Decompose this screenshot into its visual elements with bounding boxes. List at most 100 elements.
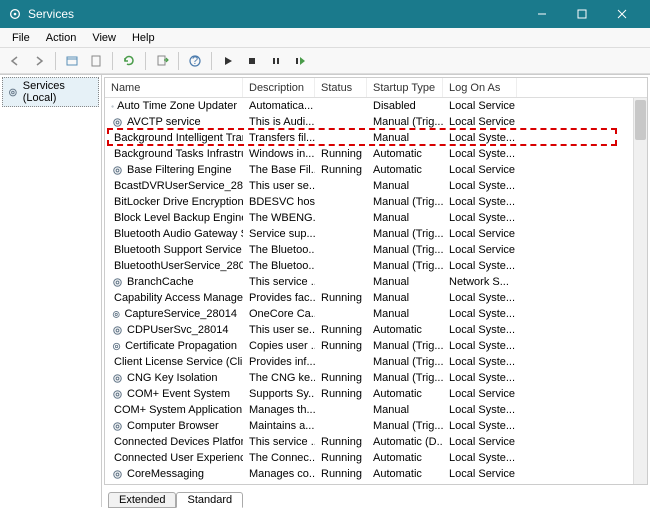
service-row[interactable]: Computer BrowserMaintains a...Manual (Tr…	[105, 418, 647, 434]
service-startup: Disabled	[367, 100, 443, 112]
service-logon: Local Service	[443, 436, 517, 448]
header-description[interactable]: Description	[243, 78, 315, 97]
service-row[interactable]: COM+ System ApplicationManages th...Manu…	[105, 402, 647, 418]
service-row[interactable]: Client License Service (ClipS...Provides…	[105, 354, 647, 370]
service-row[interactable]: BcastDVRUserService_28014This user se...…	[105, 178, 647, 194]
service-status: Running	[315, 164, 367, 176]
service-row[interactable]: Base Filtering EngineThe Base Fil...Runn…	[105, 162, 647, 178]
window-title: Services	[28, 7, 522, 21]
menu-help[interactable]: Help	[124, 30, 163, 46]
service-name: Auto Time Zone Updater	[117, 100, 237, 112]
service-description: This user se...	[243, 180, 315, 192]
service-row[interactable]: BranchCacheThis service ...ManualNetwork…	[105, 274, 647, 290]
service-logon: Local Syste...	[443, 148, 517, 160]
service-row[interactable]: Background Tasks Infrastru...Windows in.…	[105, 146, 647, 162]
gear-icon	[111, 340, 122, 353]
service-row[interactable]: Credential ManagerProvides se...RunningM…	[105, 482, 647, 484]
service-row[interactable]: CDPUserSvc_28014This user se...RunningAu…	[105, 322, 647, 338]
maximize-button[interactable]	[562, 0, 602, 28]
service-row[interactable]: Block Level Backup Engine ...The WBENG..…	[105, 210, 647, 226]
help-button[interactable]: ?	[184, 50, 206, 72]
show-hide-button[interactable]	[61, 50, 83, 72]
tree-services-local[interactable]: Services (Local)	[2, 77, 99, 107]
service-row[interactable]: Auto Time Zone UpdaterAutomatica...Disab…	[105, 98, 647, 114]
menu-view[interactable]: View	[84, 30, 124, 46]
header-name[interactable]: Name	[105, 78, 243, 97]
forward-button[interactable]	[28, 50, 50, 72]
service-logon: Local Service	[443, 244, 517, 256]
tab-extended[interactable]: Extended	[108, 492, 176, 508]
service-row[interactable]: CaptureService_28014OneCore Ca...ManualL…	[105, 306, 647, 322]
service-status: Running	[315, 340, 367, 352]
service-name: Background Tasks Infrastru...	[114, 148, 243, 160]
service-row[interactable]: BluetoothUserService_28014The Bluetoo...…	[105, 258, 647, 274]
service-description: Windows in...	[243, 148, 315, 160]
service-name: Bluetooth Support Service	[114, 244, 242, 256]
header-status[interactable]: Status	[315, 78, 367, 97]
tab-standard[interactable]: Standard	[176, 492, 243, 508]
export-button[interactable]	[151, 50, 173, 72]
service-logon: Local Syste...	[443, 340, 517, 352]
service-status: Running	[315, 388, 367, 400]
service-name: Bluetooth Audio Gateway S...	[114, 228, 243, 240]
scrollbar-thumb[interactable]	[635, 100, 646, 140]
back-button[interactable]	[4, 50, 26, 72]
close-button[interactable]	[602, 0, 642, 28]
properties-button[interactable]	[85, 50, 107, 72]
service-startup: Automatic (D...	[367, 436, 443, 448]
service-name: Connected User Experience...	[114, 452, 243, 464]
minimize-button[interactable]	[522, 0, 562, 28]
service-name: BluetoothUserService_28014	[114, 260, 243, 272]
service-logon: Local Syste...	[443, 180, 517, 192]
service-description: Copies user ...	[243, 340, 315, 352]
column-headers: Name Description Status Startup Type Log…	[105, 78, 647, 98]
menu-file[interactable]: File	[4, 30, 38, 46]
service-status: Running	[315, 372, 367, 384]
service-startup: Automatic	[367, 388, 443, 400]
header-startup[interactable]: Startup Type	[367, 78, 443, 97]
service-description: Manages th...	[243, 404, 315, 416]
refresh-button[interactable]	[118, 50, 140, 72]
service-name: CNG Key Isolation	[127, 372, 217, 384]
pause-button[interactable]	[265, 50, 287, 72]
service-logon: Local Syste...	[443, 404, 517, 416]
restart-button[interactable]	[289, 50, 311, 72]
toolbar: ?	[0, 48, 650, 74]
service-status: Running	[315, 436, 367, 448]
service-row[interactable]: Bluetooth Audio Gateway S...Service sup.…	[105, 226, 647, 242]
svg-text:?: ?	[192, 55, 198, 67]
service-row[interactable]: Capability Access Manager ...Provides fa…	[105, 290, 647, 306]
service-startup: Manual (Trig...	[367, 260, 443, 272]
service-logon: Local Syste...	[443, 292, 517, 304]
gear-icon	[111, 372, 124, 385]
service-row[interactable]: AVCTP serviceThis is Audi...Manual (Trig…	[105, 114, 647, 130]
service-row[interactable]: Certificate PropagationCopies user ...Ru…	[105, 338, 647, 354]
service-row[interactable]: BitLocker Drive Encryption ...BDESVC hos…	[105, 194, 647, 210]
header-logon[interactable]: Log On As	[443, 78, 517, 97]
service-startup: Manual (Trig...	[367, 244, 443, 256]
vertical-scrollbar[interactable]	[633, 98, 647, 484]
menu-action[interactable]: Action	[38, 30, 85, 46]
service-row[interactable]: COM+ Event SystemSupports Sy...RunningAu…	[105, 386, 647, 402]
start-button[interactable]	[217, 50, 239, 72]
service-startup: Manual (Trig...	[367, 340, 443, 352]
service-startup: Automatic	[367, 148, 443, 160]
service-row[interactable]: Bluetooth Support ServiceThe Bluetoo...M…	[105, 242, 647, 258]
service-description: The WBENG...	[243, 212, 315, 224]
service-name: Block Level Backup Engine ...	[114, 212, 243, 224]
gear-icon	[111, 388, 124, 401]
service-status: Running	[315, 468, 367, 480]
service-startup: Manual (Trig...	[367, 356, 443, 368]
service-description: The Base Fil...	[243, 164, 315, 176]
service-startup: Automatic	[367, 468, 443, 480]
service-row[interactable]: CNG Key IsolationThe CNG ke...RunningMan…	[105, 370, 647, 386]
service-logon: Local Syste...	[443, 196, 517, 208]
service-row[interactable]: Background Intelligent Tran...Transfers …	[105, 130, 647, 146]
service-row[interactable]: Connected Devices Platfor...This service…	[105, 434, 647, 450]
gear-icon	[111, 420, 124, 433]
stop-button[interactable]	[241, 50, 263, 72]
service-name: COM+ Event System	[127, 388, 230, 400]
service-row[interactable]: CoreMessagingManages co...RunningAutomat…	[105, 466, 647, 482]
service-name: Computer Browser	[127, 420, 219, 432]
service-row[interactable]: Connected User Experience...The Connec..…	[105, 450, 647, 466]
